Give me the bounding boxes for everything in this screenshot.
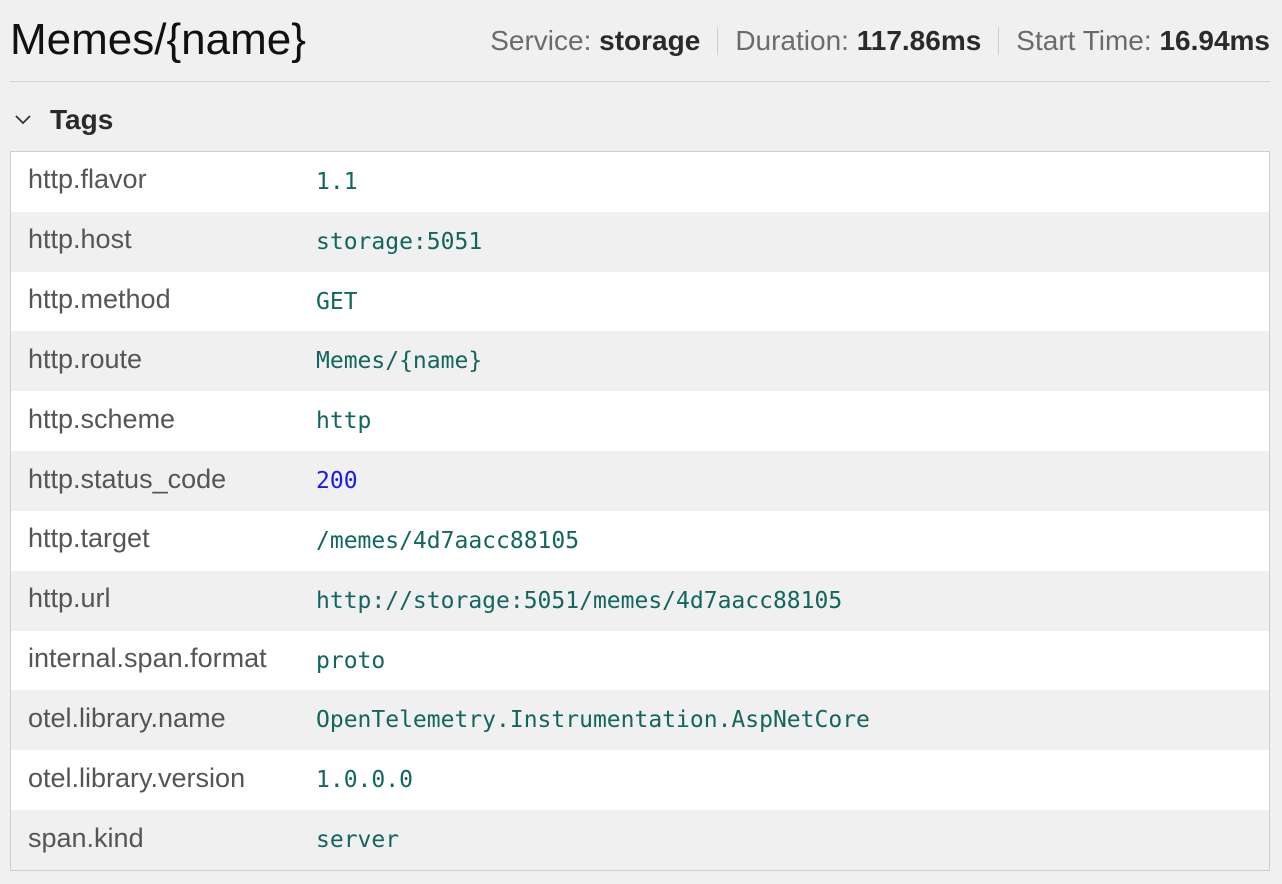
span-meta: Service: storage Duration: 117.86ms Star…	[490, 22, 1270, 60]
tags-table: http.flavor 1.1 http.host storage:5051 http.…	[10, 151, 1270, 871]
tag-key: otel.library.version	[28, 762, 246, 793]
tag-key: http.route	[28, 343, 143, 374]
tag-value: 200	[316, 468, 358, 495]
tag-row: http.scheme http	[11, 391, 1269, 452]
tag-row: http.host storage:5051	[11, 211, 1269, 272]
tag-key: http.method	[28, 284, 171, 315]
tag-key: http.flavor	[28, 164, 147, 195]
tag-value: GET	[316, 288, 358, 315]
tag-key: http.url	[28, 583, 111, 614]
tag-row: http.route Memes/{name}	[11, 331, 1269, 392]
service-value: storage	[599, 25, 701, 56]
tag-value: server	[316, 827, 400, 854]
tag-row: span.kind server	[11, 810, 1269, 870]
start-time-label: Start Time:	[1016, 25, 1152, 56]
span-detail-panel: Memes/{name} Service: storage Duration: …	[0, 0, 1282, 884]
tag-key: http.target	[28, 523, 150, 554]
tag-value: OpenTelemetry.Instrumentation.AspNetCore	[316, 707, 870, 734]
tag-row: internal.span.format proto	[11, 630, 1269, 691]
tag-value: /memes/4d7aacc88105	[316, 527, 580, 554]
tag-key: http.scheme	[28, 403, 176, 434]
tag-value: 1.1	[316, 168, 358, 195]
service-label: Service:	[490, 25, 592, 56]
tags-toggle[interactable]: Tags	[12, 100, 113, 140]
tag-key: http.status_code	[28, 463, 227, 494]
tag-value: 1.0.0.0	[316, 767, 413, 794]
tags-label: Tags	[50, 104, 114, 135]
tag-value: http	[316, 408, 372, 435]
chevron-down-icon	[15, 115, 31, 125]
tag-key: http.host	[28, 224, 132, 255]
tag-row: http.target/memes/4d7aacc88105	[11, 510, 1269, 571]
duration-value: 117.86ms	[856, 25, 982, 56]
meta-divider	[998, 27, 1000, 55]
span-header: Memes/{name} Service: storage Duration: …	[10, 0, 1270, 82]
tag-row: http.url http://storage:5051/memes/4d7aac…	[11, 570, 1269, 631]
tag-key: internal.span.format	[28, 643, 267, 674]
tag-value: Memes/{name}	[316, 348, 483, 375]
span-title: Memes/{name}	[10, 15, 306, 64]
tag-key: span.kind	[28, 822, 144, 853]
tag-row: otel.library.name OpenTelemetry.Instrumen…	[11, 690, 1269, 751]
tag-row: http.method GET	[11, 271, 1269, 332]
tag-row: otel.library.version 1.0.0.0	[11, 750, 1269, 811]
tag-value: http://storage:5051/memes/4d7aacc88105	[316, 587, 843, 614]
tag-value: storage:5051	[316, 228, 483, 255]
meta-divider	[717, 27, 719, 55]
tag-key: otel.library.name	[28, 702, 226, 733]
tag-row: http.flavor 1.1	[11, 152, 1269, 212]
start-time-value: 16.94ms	[1159, 25, 1270, 56]
tag-value: proto	[316, 647, 386, 674]
duration-label: Duration:	[735, 25, 849, 56]
tag-row: http.status_code 200	[11, 451, 1269, 511]
